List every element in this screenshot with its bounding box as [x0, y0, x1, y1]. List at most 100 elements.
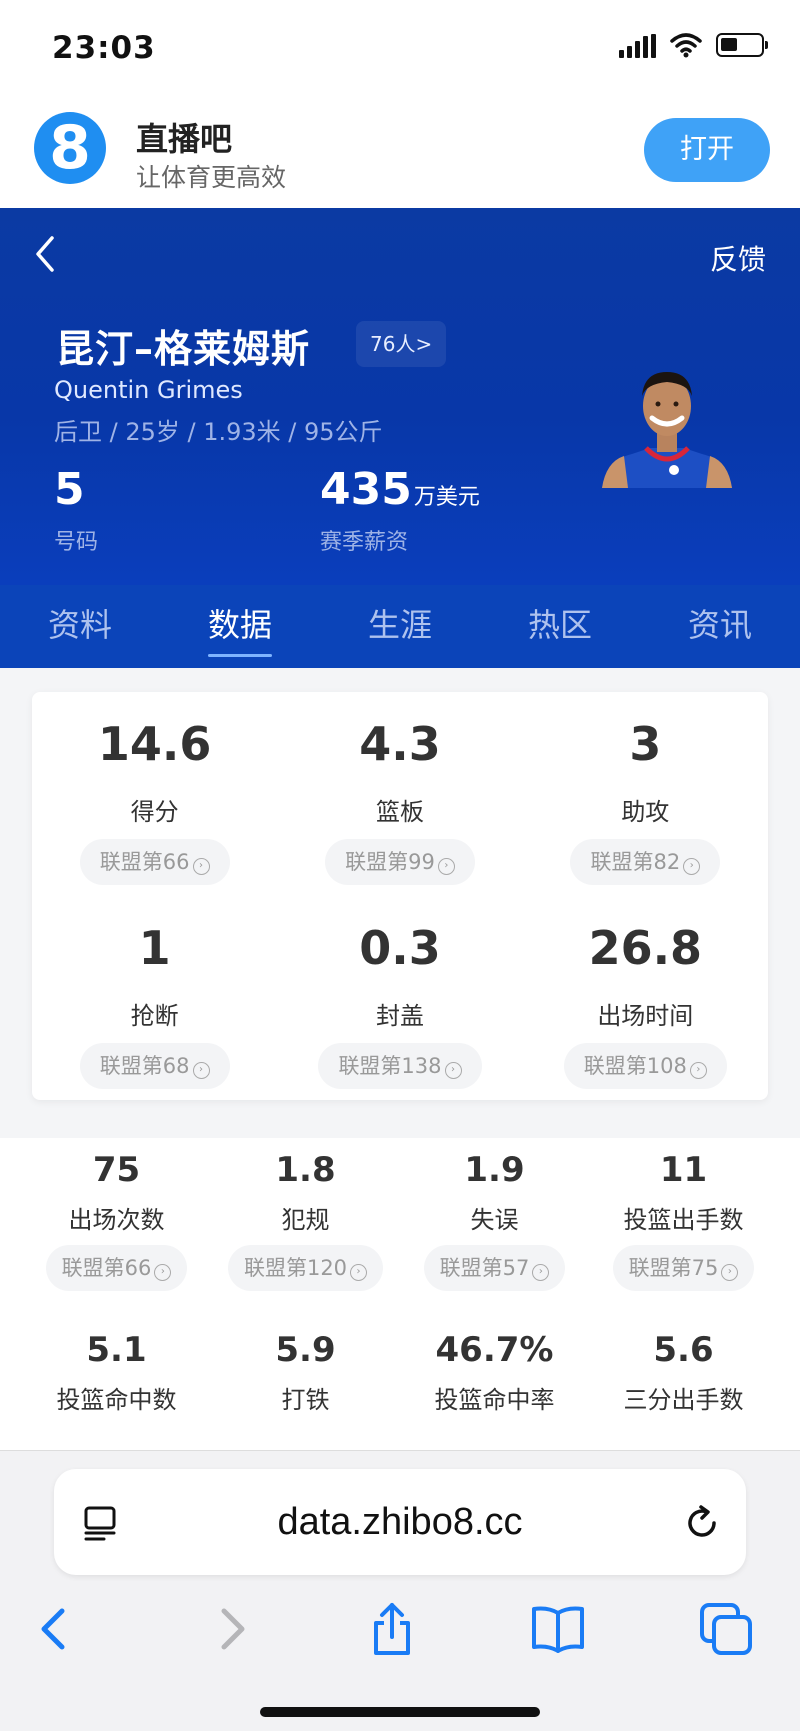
- reader-mode-icon[interactable]: [82, 1505, 118, 1541]
- stat-label: 三分出手数: [623, 1386, 744, 1414]
- player-header: 反馈 昆汀–格莱姆斯 76人> Quentin Grimes 后卫 / 25岁 …: [0, 208, 800, 585]
- feedback-link[interactable]: 反馈: [710, 238, 766, 278]
- tabs-icon[interactable]: [696, 1599, 756, 1659]
- stat-label: 投篮出手数: [623, 1206, 744, 1234]
- rank-text: 联盟第57: [439, 1256, 530, 1280]
- chevron-right-icon: ›: [689, 1062, 707, 1079]
- stat-fouls: 1.8 犯规 联盟第120 ›: [211, 1138, 400, 1318]
- rank-button[interactable]: 联盟第138 ›: [318, 1043, 482, 1089]
- stat-value: 3: [629, 717, 662, 771]
- stat-label: 出场次数: [68, 1206, 165, 1234]
- app-slogan: 让体育更高效: [136, 163, 287, 192]
- signal-icon: [619, 32, 656, 58]
- nav-back-icon[interactable]: [26, 1599, 86, 1659]
- rank-button[interactable]: 联盟第120 ›: [227, 1245, 384, 1291]
- stat-value: 75: [92, 1150, 141, 1190]
- team-link[interactable]: 76人>: [356, 321, 447, 367]
- stat-value: 11: [659, 1150, 708, 1190]
- stat-rebounds: 4.3 篮板 联盟第99 ›: [277, 692, 522, 896]
- status-bar: 23:03: [0, 0, 800, 96]
- tab-bar: 资料 数据 生涯 热区 资讯: [0, 585, 800, 668]
- rank-text: 联盟第82: [590, 850, 681, 874]
- stat-games-played: 75 出场次数 联盟第66 ›: [22, 1138, 211, 1318]
- stat-label: 失误: [470, 1206, 519, 1234]
- stat-label: 篮板: [375, 798, 424, 826]
- chevron-right-icon: ›: [532, 1264, 550, 1281]
- rank-text: 联盟第66: [99, 850, 190, 874]
- status-icons: [619, 32, 768, 58]
- rank-button[interactable]: 联盟第108 ›: [563, 1043, 727, 1089]
- stat-assists: 3 助攻 联盟第82 ›: [523, 692, 768, 896]
- address-bar[interactable]: data.zhibo8.cc: [54, 1469, 746, 1575]
- browser-toolbar: data.zhibo8.cc: [0, 1450, 800, 1731]
- salary-value: 435万美元: [320, 464, 480, 515]
- rank-text: 联盟第120: [243, 1256, 348, 1280]
- rank-button[interactable]: 联盟第75 ›: [612, 1245, 755, 1291]
- home-indicator: [260, 1707, 540, 1717]
- stat-minutes: 26.8 出场时间 联盟第108 ›: [523, 896, 768, 1100]
- main-stats-card: 14.6 得分 联盟第66 › 4.3 篮板 联盟第99 › 3 助攻 联盟第82 ›…: [32, 692, 768, 1100]
- stat-steals: 1 抢断 联盟第68 ›: [32, 896, 277, 1100]
- stat-label: 抢断: [130, 1002, 179, 1030]
- reload-icon[interactable]: [682, 1503, 722, 1543]
- stat-turnovers: 1.9 失误 联盟第57 ›: [400, 1138, 589, 1318]
- rank-button[interactable]: 联盟第99 ›: [325, 839, 475, 885]
- tab-hotzone[interactable]: 热区: [480, 585, 640, 668]
- status-time: 23:03: [52, 30, 156, 66]
- url-text[interactable]: data.zhibo8.cc: [54, 1469, 746, 1575]
- bookmarks-icon[interactable]: [528, 1599, 588, 1659]
- stat-value: 5.9: [275, 1330, 336, 1370]
- chevron-right-icon: ›: [154, 1264, 172, 1281]
- rank-button[interactable]: 联盟第57 ›: [423, 1245, 566, 1291]
- stat-value: 4.3: [359, 717, 441, 771]
- tab-profile[interactable]: 资料: [0, 585, 160, 668]
- share-icon[interactable]: [362, 1599, 422, 1659]
- stat-label: 封盖: [375, 1002, 424, 1030]
- stats-content: 14.6 得分 联盟第66 › 4.3 篮板 联盟第99 › 3 助攻 联盟第82 ›…: [0, 668, 800, 1458]
- chevron-right-icon: ›: [192, 1062, 210, 1079]
- stat-label: 投篮命中率: [434, 1386, 555, 1414]
- player-info: 后卫 / 25岁 / 1.93米 / 95公斤: [54, 418, 383, 446]
- tab-news[interactable]: 资讯: [640, 585, 800, 668]
- rank-text: 联盟第108: [583, 1054, 687, 1078]
- salary-unit: 万美元: [413, 485, 480, 510]
- stat-label: 得分: [130, 798, 179, 826]
- stat-blocks: 0.3 封盖 联盟第138 ›: [277, 896, 522, 1100]
- back-icon[interactable]: [26, 234, 66, 274]
- tab-stats[interactable]: 数据: [160, 585, 320, 668]
- rank-button[interactable]: 联盟第82 ›: [570, 839, 721, 885]
- stat-fga: 11 投篮出手数 联盟第75 ›: [589, 1138, 778, 1318]
- chevron-right-icon: ›: [683, 858, 701, 875]
- chevron-right-icon: ›: [721, 1264, 739, 1281]
- stat-value: 5.6: [653, 1330, 714, 1370]
- stat-value: 46.7%: [435, 1330, 554, 1370]
- chevron-right-icon: ›: [437, 858, 455, 875]
- salary-label: 赛季薪资: [320, 530, 409, 555]
- stat-label: 投篮命中数: [56, 1386, 177, 1414]
- stat-value: 5.1: [86, 1330, 147, 1370]
- stat-value: 1.8: [275, 1150, 336, 1190]
- rank-text: 联盟第75: [628, 1256, 719, 1280]
- rank-button[interactable]: 联盟第66 ›: [45, 1245, 188, 1291]
- battery-icon: [716, 33, 768, 57]
- chevron-right-icon: ›: [350, 1264, 368, 1281]
- chevron-right-icon: ›: [444, 1062, 462, 1079]
- stat-value: 1: [138, 921, 171, 975]
- stat-value: 0.3: [359, 921, 441, 975]
- salary-amount: 435: [320, 464, 412, 515]
- player-english-name: Quentin Grimes: [54, 376, 243, 404]
- open-app-button[interactable]: 打开: [644, 118, 770, 182]
- jersey-label: 号码: [54, 530, 99, 555]
- rank-button[interactable]: 联盟第66 ›: [79, 839, 230, 885]
- rank-button[interactable]: 联盟第68 ›: [79, 1043, 230, 1089]
- stat-label: 助攻: [621, 798, 670, 826]
- browser-nav: [0, 1591, 800, 1671]
- tab-career[interactable]: 生涯: [320, 585, 480, 668]
- stat-label: 打铁: [281, 1386, 330, 1414]
- nav-forward-icon[interactable]: [200, 1599, 260, 1659]
- jersey-number: 5: [54, 464, 85, 515]
- rank-text: 联盟第68: [99, 1054, 190, 1078]
- app-name: 直播吧: [136, 120, 233, 158]
- stat-value: 1.9: [464, 1150, 525, 1190]
- player-name: 昆汀–格莱姆斯: [56, 327, 311, 371]
